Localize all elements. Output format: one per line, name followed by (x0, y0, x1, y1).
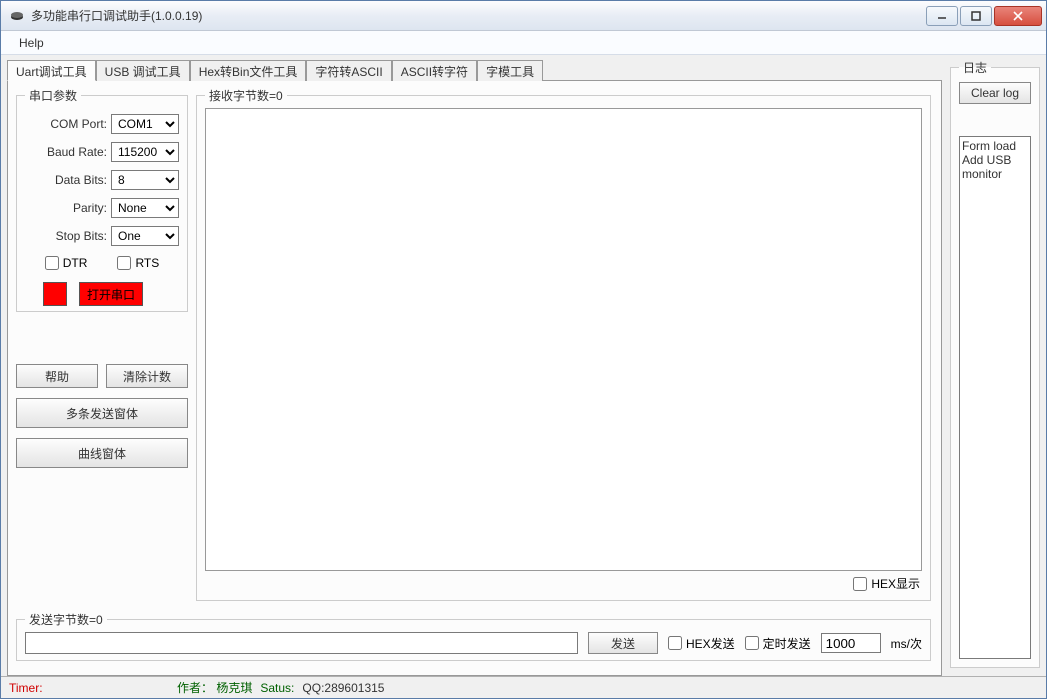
send-legend: 发送字节数=0 (25, 611, 107, 628)
status-timer: Timer: (9, 681, 169, 695)
multi-send-button[interactable]: 多条发送窗体 (16, 398, 188, 428)
maximize-button[interactable] (960, 6, 992, 26)
tab-char2ascii[interactable]: 字符转ASCII (306, 60, 391, 81)
menu-help[interactable]: Help (13, 34, 50, 52)
status-author: 作者： 杨克琪 (177, 679, 252, 696)
clear-log-button[interactable]: Clear log (959, 82, 1031, 104)
center-column: 接收字节数=0 HEX显示 (196, 87, 931, 609)
data-bits-select[interactable]: 8 (111, 170, 179, 190)
dtr-label: DTR (63, 256, 88, 270)
log-column: 日志 Clear log Form load Add USB monitor (950, 59, 1040, 676)
tab-ascii2char[interactable]: ASCII转字符 (392, 60, 477, 81)
log-legend: 日志 (959, 59, 991, 76)
curve-window-button[interactable]: 曲线窗体 (16, 438, 188, 468)
status-bar: Timer: 作者： 杨克琪 Satus: QQ:289601315 (1, 676, 1046, 698)
menu-bar: Help (1, 31, 1046, 55)
serial-params-legend: 串口参数 (25, 87, 81, 104)
rts-label: RTS (135, 256, 159, 270)
open-port-button[interactable]: 打开串口 (79, 282, 143, 306)
baud-rate-select[interactable]: 115200 (111, 142, 179, 162)
hex-display-input[interactable] (853, 577, 867, 591)
hex-display-checkbox[interactable]: HEX显示 (853, 575, 920, 592)
hex-display-label: HEX显示 (871, 575, 920, 592)
parity-select[interactable]: None (111, 198, 179, 218)
send-fieldset: 发送字节数=0 发送 HEX发送 定时发送 (16, 611, 931, 661)
app-window: 多功能串行口调试助手(1.0.0.19) Help Uart调试工具 USB 调… (0, 0, 1047, 699)
receive-textarea[interactable] (205, 108, 922, 571)
help-button[interactable]: 帮助 (16, 364, 98, 388)
status-satus: Satus: (260, 681, 294, 695)
timed-send-label: 定时发送 (763, 635, 811, 652)
app-icon (9, 8, 25, 24)
interval-input[interactable] (821, 633, 881, 653)
rts-checkbox-input[interactable] (117, 256, 131, 270)
tab-container: Uart调试工具 USB 调试工具 Hex转Bin文件工具 字符转ASCII A… (7, 59, 942, 676)
rts-checkbox[interactable]: RTS (117, 256, 159, 270)
tab-uart[interactable]: Uart调试工具 (7, 60, 96, 81)
clear-count-button[interactable]: 清除计数 (106, 364, 188, 388)
serial-params-fieldset: 串口参数 COM Port: COM1 Baud Rate: 115200 (16, 87, 188, 312)
tabs-header: Uart调试工具 USB 调试工具 Hex转Bin文件工具 字符转ASCII A… (7, 59, 942, 80)
tab-usb[interactable]: USB 调试工具 (96, 60, 190, 81)
left-column: 串口参数 COM Port: COM1 Baud Rate: 115200 (16, 87, 188, 609)
hex-send-label: HEX发送 (686, 635, 735, 652)
status-qq: QQ:289601315 (302, 681, 384, 695)
title-bar: 多功能串行口调试助手(1.0.0.19) (1, 1, 1046, 31)
receive-fieldset: 接收字节数=0 HEX显示 (196, 87, 931, 601)
data-bits-label: Data Bits: (39, 173, 107, 187)
client-area: Uart调试工具 USB 调试工具 Hex转Bin文件工具 字符转ASCII A… (1, 55, 1046, 698)
minimize-button[interactable] (926, 6, 958, 26)
com-port-select[interactable]: COM1 (111, 114, 179, 134)
timed-send-input[interactable] (745, 636, 759, 650)
send-input[interactable] (25, 632, 578, 654)
tab-hex2bin[interactable]: Hex转Bin文件工具 (190, 60, 307, 81)
interval-unit-label: ms/次 (891, 635, 922, 652)
dtr-checkbox-input[interactable] (45, 256, 59, 270)
stop-bits-label: Stop Bits: (39, 229, 107, 243)
com-port-label: COM Port: (39, 117, 107, 131)
log-textarea[interactable]: Form load Add USB monitor (959, 136, 1031, 659)
hex-send-checkbox[interactable]: HEX发送 (668, 635, 735, 652)
port-status-indicator (43, 282, 67, 306)
baud-rate-label: Baud Rate: (39, 145, 107, 159)
tab-panel-uart: 串口参数 COM Port: COM1 Baud Rate: 115200 (7, 80, 942, 676)
log-fieldset: 日志 Clear log Form load Add USB monitor (950, 59, 1040, 668)
dtr-checkbox[interactable]: DTR (45, 256, 88, 270)
send-button[interactable]: 发送 (588, 632, 658, 654)
tab-font[interactable]: 字模工具 (477, 60, 543, 81)
receive-legend: 接收字节数=0 (205, 87, 287, 104)
stop-bits-select[interactable]: One (111, 226, 179, 246)
window-controls (926, 6, 1042, 26)
parity-label: Parity: (39, 201, 107, 215)
hex-send-input[interactable] (668, 636, 682, 650)
close-button[interactable] (994, 6, 1042, 26)
window-title: 多功能串行口调试助手(1.0.0.19) (31, 7, 926, 24)
timed-send-checkbox[interactable]: 定时发送 (745, 635, 811, 652)
